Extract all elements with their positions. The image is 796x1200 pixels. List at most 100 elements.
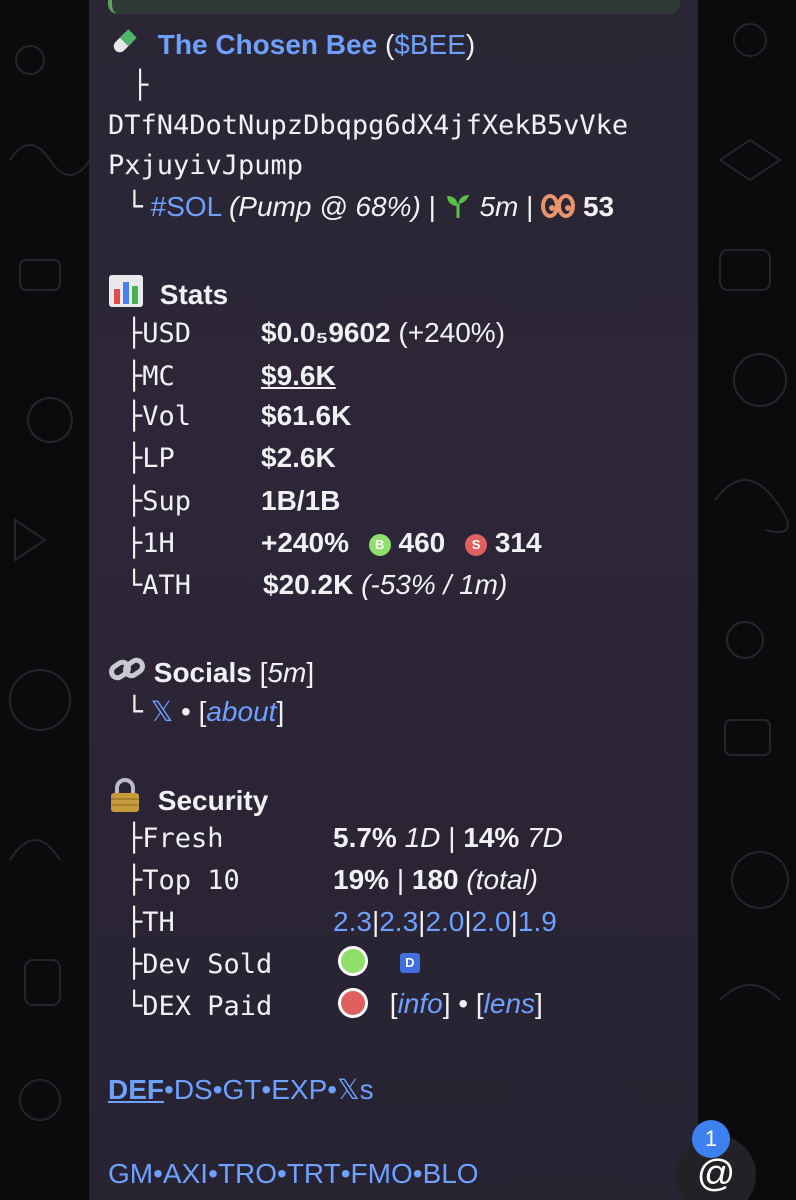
stat-value: $61.6K — [261, 400, 352, 431]
stats-row-lp: ├LP — [126, 442, 175, 474]
top10-values: 19% | 180 (total) — [333, 864, 538, 896]
watchers-count: 53 — [582, 191, 615, 222]
separator: | — [448, 822, 456, 853]
security-dexpaid-row: └DEX Paid — [126, 990, 272, 1022]
stats-row-usd: ├USD — [126, 317, 191, 349]
link-icon — [108, 652, 146, 693]
info-link[interactable]: info — [398, 988, 443, 1019]
chain-link[interactable]: #SOL — [151, 191, 222, 222]
period-label: 7D — [527, 822, 563, 853]
devsold-values: D — [338, 946, 420, 978]
th-holder-link[interactable]: 2.3 — [379, 906, 418, 937]
stats-row-vol: ├Vol — [126, 400, 191, 432]
top10-total: 180 — [411, 864, 459, 895]
separator: | — [526, 191, 534, 222]
sells-count: 314 — [494, 527, 542, 558]
tree-branch: ├ — [126, 401, 143, 432]
section-title: Socials — [153, 657, 252, 688]
bar-chart-icon — [108, 274, 144, 315]
lens-link[interactable]: lens — [484, 988, 535, 1019]
row-label: Vol — [142, 401, 192, 432]
total-note: (total) — [466, 864, 538, 895]
dot-separator: • — [208, 1158, 218, 1189]
row-label: DEX Paid — [142, 991, 273, 1022]
ticker-paren: ) — [465, 29, 476, 60]
token-title-line: The Chosen Bee ($BEE) — [108, 26, 475, 65]
token-name-link[interactable]: The Chosen Bee — [158, 29, 377, 60]
quick-link-2[interactable]: TRO — [218, 1158, 277, 1189]
th-holder-link[interactable]: 2.0 — [472, 906, 511, 937]
row-label: ATH — [142, 570, 192, 601]
contract-address-cont[interactable]: PxjuyivJpump — [108, 150, 303, 181]
th-values: 2.3|2.3|2.0|2.0|1.9 — [333, 906, 557, 938]
pill-icon — [108, 26, 140, 65]
ticker-link[interactable]: $BEE — [394, 29, 466, 60]
security-th-row: ├TH — [126, 906, 175, 938]
stats-row-ath: └ATH — [126, 569, 191, 601]
stats-value-lp: $2.6K — [261, 442, 336, 474]
x-link[interactable]: 𝕏 — [151, 696, 174, 727]
dot-separator: • — [261, 1074, 272, 1105]
row-label: Dev Sold — [142, 949, 273, 980]
dot-separator: • — [458, 988, 469, 1019]
stats-heading: Stats — [108, 274, 228, 315]
stat-value: $2.6K — [261, 442, 336, 473]
tree-branch: ├ — [126, 318, 143, 349]
dot-separator: • — [340, 1158, 351, 1189]
fresh-7d-value: 14% — [463, 822, 520, 853]
stats-value-sup: 1B/1B — [261, 485, 340, 517]
dev-badge[interactable]: D — [399, 953, 420, 973]
stats-row-1h: ├1H — [126, 527, 175, 559]
tree-branch: └ — [126, 190, 143, 223]
bracket: [ — [389, 988, 398, 1019]
dot-separator: • — [180, 696, 191, 727]
chart-links-row: DEF•DS•GT•EXP•𝕏s — [108, 1073, 374, 1106]
top10-percent: 19% — [333, 864, 390, 895]
row-label: Sup — [142, 486, 192, 517]
dot-separator: • — [276, 1158, 287, 1189]
separator: | — [510, 906, 518, 937]
dot-separator: • — [412, 1158, 423, 1189]
fresh-1d-value: 5.7% — [333, 822, 397, 853]
age: 5m — [479, 191, 519, 222]
quick-link-2[interactable]: GT — [223, 1074, 262, 1105]
contract-address[interactable]: DTfN4DotNupzDbqpg6dX4jfXekB5vVke — [108, 110, 628, 141]
stat-value: 1B/1B — [261, 485, 341, 516]
quick-link-3[interactable]: EXP — [271, 1074, 327, 1105]
tree-branch: ├ — [126, 865, 143, 896]
dot-separator: • — [164, 1074, 174, 1105]
security-top10-row: ├Top 10 — [126, 864, 240, 896]
tree-branch: ├ — [126, 949, 143, 980]
tree-branch: ├ — [126, 486, 143, 517]
quick-link-0[interactable]: DEF — [108, 1074, 164, 1105]
about-link[interactable]: about — [206, 696, 276, 727]
row-label: Fresh — [142, 823, 224, 854]
stats-value-usd: $0.0₅9602 (+240%) — [261, 317, 505, 349]
quick-link-3[interactable]: TRT — [287, 1158, 341, 1189]
quick-link-5[interactable]: BLO — [423, 1158, 479, 1189]
th-holder-link[interactable]: 1.9 — [518, 906, 557, 937]
sells-icon: S — [465, 534, 488, 556]
buys-count: 460 — [398, 527, 446, 558]
period-label: 1D — [404, 822, 441, 853]
quick-link-4[interactable]: FMO — [351, 1158, 413, 1189]
socials-age: 5m — [267, 657, 307, 688]
status-green-icon — [338, 946, 368, 976]
th-holder-link[interactable]: 2.0 — [425, 906, 464, 937]
quick-link-1[interactable]: AXI — [163, 1158, 208, 1189]
eyes-icon — [541, 192, 576, 227]
bracket: [ — [475, 988, 484, 1019]
stats-value-vol: $61.6K — [261, 400, 351, 432]
tree-branch: ├ — [126, 361, 143, 392]
quick-link-0[interactable]: GM — [108, 1158, 153, 1189]
tree-branch: ├ — [126, 907, 143, 938]
dot-separator: • — [212, 1074, 223, 1105]
stat-extra: (+240%) — [398, 317, 506, 348]
quick-link-1[interactable]: DS — [174, 1074, 213, 1105]
stat-value[interactable]: $9.6K — [261, 360, 336, 391]
row-label: LP — [142, 443, 175, 474]
media-preview-strip[interactable] — [108, 0, 680, 14]
row-label: Top 10 — [142, 865, 240, 896]
th-holder-link[interactable]: 2.3 — [333, 906, 372, 937]
quick-link-4[interactable]: 𝕏s — [337, 1074, 374, 1105]
